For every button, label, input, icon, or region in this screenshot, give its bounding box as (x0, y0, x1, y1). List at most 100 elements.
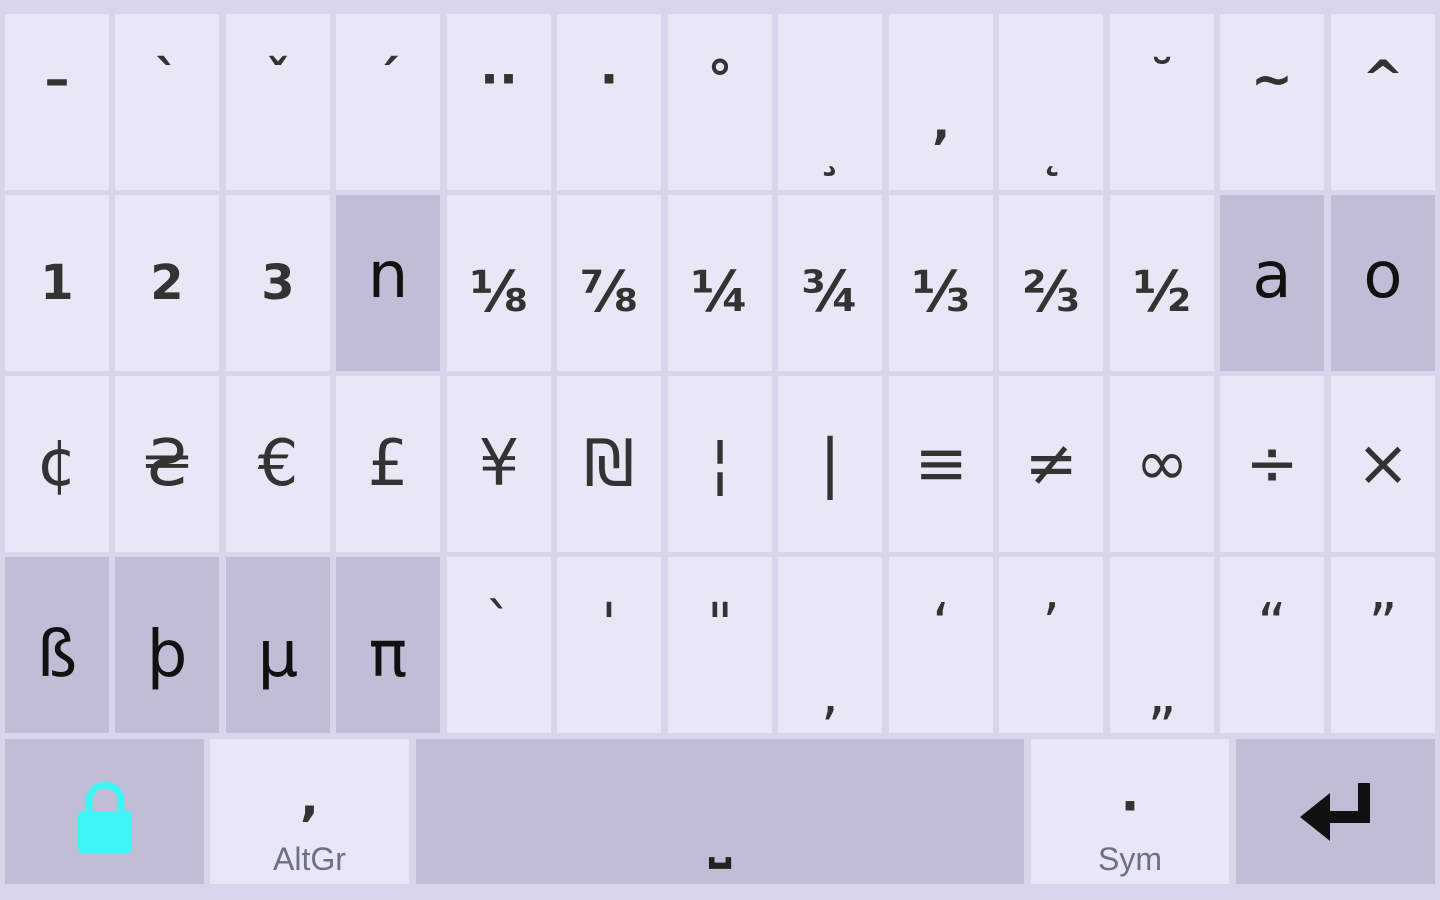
altgr-label: AltGr (273, 841, 346, 877)
key-pi-label: π (368, 618, 408, 692)
key-a-superscript[interactable]: a (1220, 195, 1324, 371)
key-left-double-quote-label: “ (1257, 592, 1287, 657)
key-caron[interactable]: ˇ (226, 14, 330, 190)
key-three-quarters[interactable]: ¾ (778, 195, 882, 371)
key-grave[interactable]: ` (115, 14, 219, 190)
key-thorn-label: þ (146, 618, 188, 692)
altgr-symbol: , (300, 769, 319, 827)
key-one-half-label: ½ (1133, 260, 1191, 325)
key-dot-above-label: · (599, 50, 619, 108)
key-yen-label: ¥ (478, 427, 520, 501)
key-3[interactable]: 3 (226, 195, 330, 371)
key-sharp-s[interactable]: ß (5, 557, 109, 733)
key-cedilla-label: ¸ (817, 120, 843, 178)
key-o-superscript[interactable]: o (1331, 195, 1435, 371)
key-right-double-quote[interactable]: ” (1331, 557, 1435, 733)
key-vertical-bar[interactable]: | (778, 376, 882, 552)
key-grave-label: ` (154, 50, 180, 108)
key-2-label: 2 (150, 255, 184, 311)
sym-key[interactable]: · Sym (1031, 739, 1229, 884)
sym-label: Sym (1098, 841, 1162, 877)
key-diaeresis[interactable]: ·· (447, 14, 551, 190)
key-cent-label: ¢ (36, 427, 78, 501)
key-three-quarters-label: ¾ (801, 260, 859, 325)
key-pi[interactable]: π (336, 557, 440, 733)
key-backtick-label: ` (485, 592, 513, 657)
space-key[interactable]: ⎵ (416, 739, 1024, 884)
key-n-superscript-label: n (367, 239, 409, 313)
space-symbol: ⎵ (709, 804, 731, 868)
key-pound-label: £ (367, 427, 409, 501)
key-double-quote-label: " (707, 592, 733, 657)
key-a-superscript-label: a (1252, 239, 1292, 313)
key-circumflex[interactable]: ^ (1331, 14, 1435, 190)
key-one-third-label: ⅓ (912, 260, 970, 325)
key-right-single-quote[interactable]: ’ (999, 557, 1103, 733)
key-circumflex-label: ^ (1362, 50, 1404, 108)
key-o-superscript-label: o (1363, 239, 1403, 313)
key-low-double-quote-label: „ (1147, 662, 1177, 727)
key-not-equal[interactable]: ≠ (999, 376, 1103, 552)
key-left-single-quote[interactable]: ‘ (889, 557, 993, 733)
key-cent[interactable]: ¢ (5, 376, 109, 552)
key-broken-bar[interactable]: ¦ (668, 376, 772, 552)
key-macron[interactable]: – (5, 14, 109, 190)
key-left-double-quote[interactable]: “ (1220, 557, 1324, 733)
key-one-third[interactable]: ⅓ (889, 195, 993, 371)
key-apostrophe[interactable]: ' (557, 557, 661, 733)
key-euro-label: € (257, 427, 299, 501)
key-low-single-quote[interactable]: , (778, 557, 882, 733)
key-cedilla[interactable]: ¸ (778, 14, 882, 190)
key-seven-eighths-label: ⅞ (580, 260, 638, 325)
key-breve[interactable]: ˘ (1110, 14, 1214, 190)
key-ring-label: ° (707, 50, 733, 108)
key-infinity[interactable]: ∞ (1110, 376, 1214, 552)
key-low-double-quote[interactable]: „ (1110, 557, 1214, 733)
key-one-half[interactable]: ½ (1110, 195, 1214, 371)
key-2[interactable]: 2 (115, 195, 219, 371)
keyboard: – ` ˇ ˊ ·· · ° ¸’ ˛ ˘ ~ ^ 1 2 3 n ⅛ ⅞ ¼ ¾ ⅓ ⅔ ½ a o ¢ ₴ € £ ¥ ₪ ¦ | ≡ ≠ ∞ ÷ ×… (0, 0, 1440, 900)
key-multiply[interactable]: × (1331, 376, 1435, 552)
key-macron-label: – (44, 50, 70, 108)
key-low-single-quote-label: , (821, 662, 839, 727)
enter-key[interactable] (1236, 739, 1435, 884)
key-ring[interactable]: ° (668, 14, 772, 190)
key-acute[interactable]: ˊ (336, 14, 440, 190)
key-pound[interactable]: £ (336, 376, 440, 552)
key-hryvnia-label: ₴ (142, 427, 192, 501)
key-ogonek[interactable]: ˛ (999, 14, 1103, 190)
key-hryvnia[interactable]: ₴ (115, 376, 219, 552)
key-identical-label: ≡ (914, 427, 968, 501)
key-tilde-label: ~ (1251, 50, 1293, 108)
lock-icon (77, 781, 132, 853)
key-yen[interactable]: ¥ (447, 376, 551, 552)
key-one-quarter-label: ¼ (691, 260, 749, 325)
key-n-superscript[interactable]: n (336, 195, 440, 371)
altgr-key[interactable]: , AltGr (210, 739, 409, 884)
key-infinity-label: ∞ (1135, 427, 1189, 501)
key-left-single-quote-label: ‘ (932, 592, 950, 657)
key-shekel[interactable]: ₪ (557, 376, 661, 552)
key-comma-below[interactable]: ’ (889, 14, 993, 190)
key-euro[interactable]: € (226, 376, 330, 552)
key-two-thirds[interactable]: ⅔ (999, 195, 1103, 371)
key-tilde[interactable]: ~ (1220, 14, 1324, 190)
key-3-label: 3 (261, 255, 295, 311)
key-double-quote[interactable]: " (668, 557, 772, 733)
key-apostrophe-label: ' (601, 592, 617, 657)
key-seven-eighths[interactable]: ⅞ (557, 195, 661, 371)
enter-icon (1299, 782, 1370, 841)
key-mu[interactable]: μ (226, 557, 330, 733)
key-thorn[interactable]: þ (115, 557, 219, 733)
key-dot-above[interactable]: · (557, 14, 661, 190)
key-1[interactable]: 1 (5, 195, 109, 371)
lock-key[interactable] (5, 739, 204, 884)
key-identical[interactable]: ≡ (889, 376, 993, 552)
key-1-label: 1 (40, 255, 74, 311)
key-backtick[interactable]: ` (447, 557, 551, 733)
key-one-quarter[interactable]: ¼ (668, 195, 772, 371)
key-one-eighth[interactable]: ⅛ (447, 195, 551, 371)
key-divide[interactable]: ÷ (1220, 376, 1324, 552)
key-acute-label: ˊ (375, 50, 401, 108)
key-divide-label: ÷ (1245, 427, 1299, 501)
